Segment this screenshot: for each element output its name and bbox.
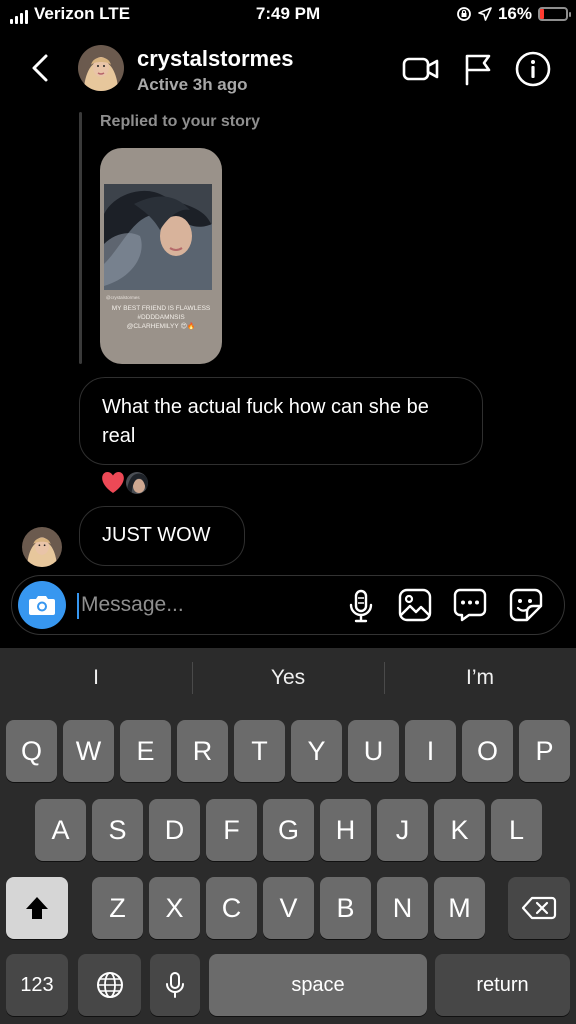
orientation-lock-icon (457, 7, 471, 21)
replied-to-story-label: Replied to your story (100, 113, 261, 130)
dictation-key[interactable] (150, 954, 200, 1016)
suggestion-1[interactable]: I (0, 648, 192, 708)
info-icon[interactable] (514, 50, 552, 88)
key-s[interactable]: S (92, 799, 143, 861)
key-g[interactable]: G (263, 799, 314, 861)
shift-arrow-icon (26, 897, 48, 919)
key-p[interactable]: P (519, 720, 570, 782)
suggestion-3[interactable]: I’m (384, 648, 576, 708)
key-n[interactable]: N (377, 877, 428, 939)
key-l[interactable]: L (491, 799, 542, 861)
status-bar: Verizon LTE 7:49 PM 16% (0, 0, 576, 28)
numbers-key[interactable]: 123 (6, 954, 68, 1016)
key-f[interactable]: F (206, 799, 257, 861)
camera-button[interactable] (18, 581, 66, 629)
key-w[interactable]: W (63, 720, 114, 782)
text-cursor (77, 593, 79, 619)
microphone-icon (166, 972, 184, 998)
backspace-key[interactable] (508, 877, 570, 939)
camera-icon (29, 596, 55, 615)
key-h[interactable]: H (320, 799, 371, 861)
battery-percent: 16% (497, 4, 532, 23)
key-u[interactable]: U (348, 720, 399, 782)
more-options-bubble-icon[interactable] (453, 588, 487, 622)
key-c[interactable]: C (206, 877, 257, 939)
message-bubble[interactable]: JUST WOW (79, 506, 245, 566)
story-photo (104, 184, 212, 290)
message-input[interactable] (81, 587, 341, 623)
key-o[interactable]: O (462, 720, 513, 782)
flag-icon[interactable] (462, 50, 494, 88)
key-z[interactable]: Z (92, 877, 143, 939)
key-b[interactable]: B (320, 877, 371, 939)
key-v[interactable]: V (263, 877, 314, 939)
video-call-icon[interactable] (402, 50, 440, 88)
sender-avatar[interactable] (22, 527, 62, 567)
message-composer (11, 575, 565, 635)
story-handle: @crystalstormes (106, 295, 140, 300)
space-key[interactable]: space (209, 954, 427, 1016)
story-caption-line: #DDDDAMNSIS (137, 314, 185, 321)
backspace-icon (521, 896, 557, 920)
story-caption-line: MY BEST FRIEND IS FLAWLESS (111, 305, 211, 312)
key-a[interactable]: A (35, 799, 86, 861)
gallery-icon[interactable] (398, 588, 432, 622)
key-y[interactable]: Y (291, 720, 342, 782)
predictive-bar: I Yes I’m (0, 648, 576, 708)
reactor-avatar (124, 470, 150, 496)
globe-key[interactable] (78, 954, 141, 1016)
battery-icon (538, 7, 571, 21)
shift-key[interactable] (6, 877, 68, 939)
key-m[interactable]: M (434, 877, 485, 939)
reply-indicator-bar (79, 112, 82, 364)
story-caption: MY BEST FRIEND IS FLAWLESS #DDDDAMNSIS @… (100, 304, 222, 331)
back-arrow-icon[interactable] (26, 50, 54, 86)
story-preview-card[interactable]: @crystalstormes MY BEST FRIEND IS FLAWLE… (100, 148, 222, 364)
globe-icon (96, 972, 123, 998)
key-i[interactable]: I (405, 720, 456, 782)
key-d[interactable]: D (149, 799, 200, 861)
key-e[interactable]: E (120, 720, 171, 782)
story-caption-line: @CLARHEMILYY 😍🔥 (126, 323, 196, 330)
sticker-icon[interactable] (509, 588, 543, 622)
contact-username[interactable]: crystalstormes (137, 46, 294, 72)
key-j[interactable]: J (377, 799, 428, 861)
message-text: JUST WOW (102, 524, 211, 546)
message-text: What the actual fuck how can she be real (102, 396, 429, 447)
key-x[interactable]: X (149, 877, 200, 939)
message-bubble[interactable]: What the actual fuck how can she be real (79, 377, 483, 465)
message-reactions[interactable] (100, 470, 150, 496)
key-r[interactable]: R (177, 720, 228, 782)
active-status: Active 3h ago (137, 75, 248, 94)
heart-reaction-icon (102, 472, 124, 493)
key-k[interactable]: K (434, 799, 485, 861)
key-t[interactable]: T (234, 720, 285, 782)
key-q[interactable]: Q (6, 720, 57, 782)
microphone-icon[interactable] (348, 588, 374, 624)
chat-header: crystalstormes Active 3h ago (0, 28, 576, 108)
avatar[interactable] (78, 45, 124, 91)
ios-keyboard: I Yes I’m Q W E R T Y U I O P A S D F G … (0, 648, 576, 1024)
location-arrow-icon (478, 7, 492, 21)
return-key[interactable]: return (435, 954, 570, 1016)
suggestion-2[interactable]: Yes (192, 648, 384, 708)
